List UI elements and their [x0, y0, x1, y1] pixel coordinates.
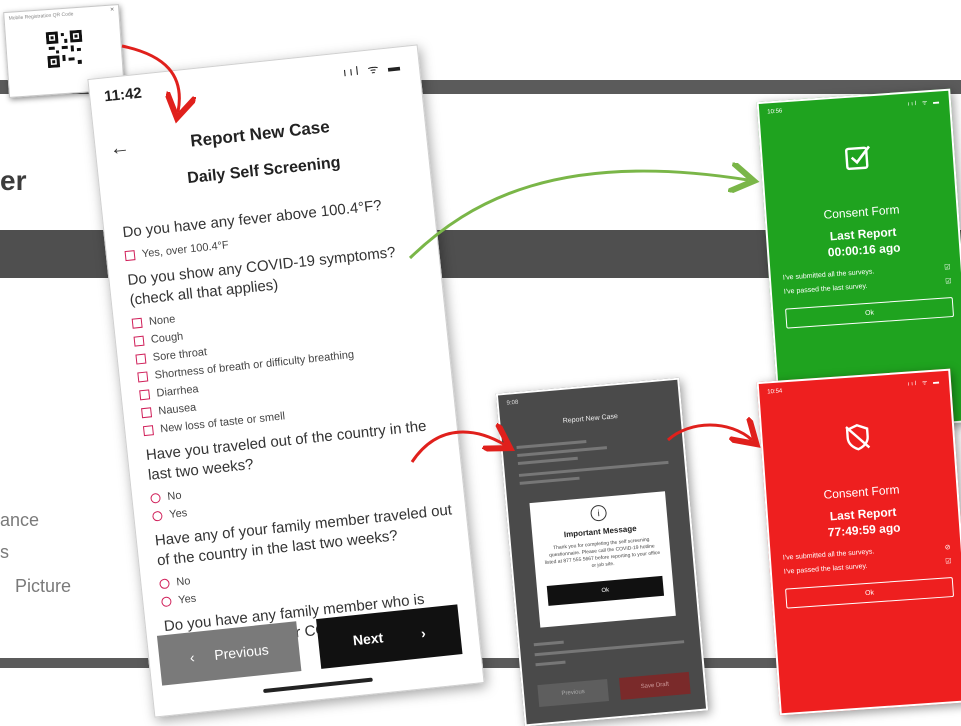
arrow-form-to-modal [410, 432, 505, 463]
arrow-modal-to-red [666, 425, 752, 440]
flow-arrows [121, 44, 961, 463]
arrow-qr-to-phone [121, 44, 179, 112]
arrow-form-to-green [408, 171, 748, 260]
